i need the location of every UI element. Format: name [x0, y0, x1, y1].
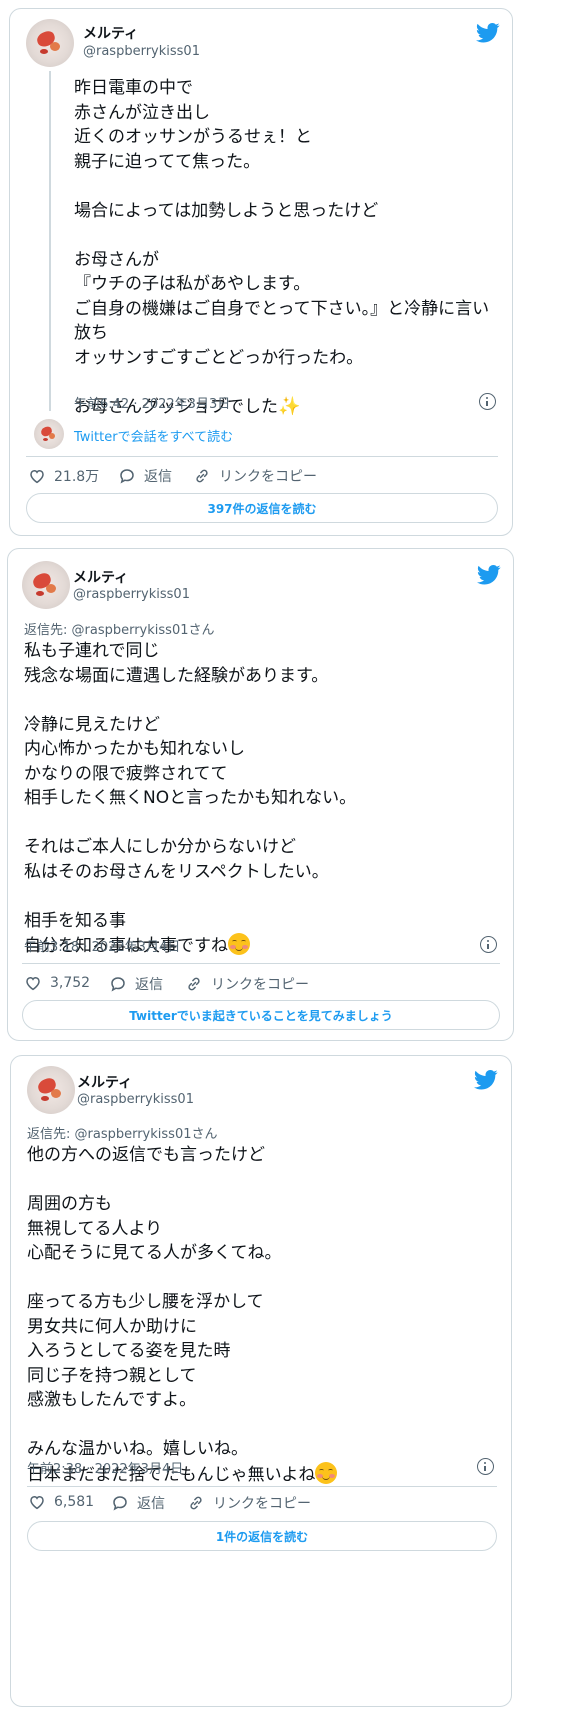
display-name[interactable]: メルティ	[77, 1072, 132, 1092]
heart-icon	[28, 467, 46, 485]
like-button[interactable]: 3,752	[24, 974, 90, 992]
copy-link-button[interactable]: リンクをコピー	[193, 466, 317, 486]
user-handle[interactable]: @raspberrykiss01	[77, 1092, 194, 1107]
tweet-card-2: メルティ @raspberrykiss01 返信先: @raspberrykis…	[7, 548, 514, 1041]
read-replies-button[interactable]: 1件の返信を読む	[27, 1521, 497, 1551]
copy-link-button[interactable]: リンクをコピー	[187, 1493, 311, 1513]
info-icon[interactable]	[477, 1458, 494, 1475]
tweet-timestamp[interactable]: 午前2:38 · 2022年3月4日	[27, 1458, 183, 1477]
tweet-card-1: メルティ @raspberrykiss01 昨日電車の中で 赤さんが泣き出し 近…	[9, 8, 513, 536]
twitter-bird-icon[interactable]	[477, 565, 501, 585]
read-replies-button[interactable]: 397件の返信を読む	[26, 493, 498, 523]
copy-link-label: リンクをコピー	[219, 469, 317, 485]
copy-link-button[interactable]: リンクをコピー	[185, 974, 309, 994]
reply-bubble-icon	[118, 467, 136, 485]
tweet-text: 昨日電車の中で 赤さんが泣き出し 近くのオッサンがうるせぇ！と 親子に迫ってて焦…	[74, 78, 490, 417]
link-icon	[187, 1494, 205, 1512]
relieved-face-icon	[228, 933, 250, 955]
tweet-timestamp[interactable]: 午前3:18 · 2022年3月4日	[24, 936, 180, 955]
tweet-text: 私も子連れで同じ 残念な場面に遭遇した経験があります。 冷静に見えたけど 内心怖…	[24, 641, 357, 956]
link-icon	[193, 467, 211, 485]
heart-icon	[24, 974, 42, 992]
display-name[interactable]: メルティ	[83, 23, 138, 43]
reply-bubble-icon	[111, 1494, 129, 1512]
reply-to[interactable]: 返信先: @raspberrykiss01さん	[27, 1123, 217, 1142]
tweet-timestamp[interactable]: 午前6:42 · 2022年3月3日	[74, 393, 230, 412]
link-icon	[185, 975, 203, 993]
display-name[interactable]: メルティ	[73, 567, 128, 587]
avatar[interactable]	[27, 1066, 75, 1114]
reply-to[interactable]: 返信先: @raspberrykiss01さん	[24, 619, 214, 638]
reply-button[interactable]: 返信	[109, 974, 163, 994]
avatar-small[interactable]	[34, 419, 64, 449]
user-handle[interactable]: @raspberrykiss01	[73, 587, 190, 602]
heart-icon	[28, 1493, 46, 1511]
user-handle[interactable]: @raspberrykiss01	[83, 44, 200, 59]
avatar[interactable]	[22, 561, 70, 609]
copy-link-label: リンクをコピー	[211, 977, 309, 993]
twitter-bird-icon[interactable]	[476, 23, 500, 43]
divider	[27, 1486, 497, 1487]
reply-label: 返信	[137, 1496, 165, 1512]
copy-link-label: リンクをコピー	[213, 1496, 311, 1512]
reply-button[interactable]: 返信	[111, 1493, 165, 1513]
smiling-face-icon	[315, 1461, 338, 1484]
tweet-card-3: メルティ @raspberrykiss01 返信先: @raspberrykis…	[10, 1055, 512, 1707]
reply-button[interactable]: 返信	[118, 466, 172, 486]
explore-twitter-button[interactable]: Twitterでいま起きていることを見てみましょう	[22, 1000, 500, 1030]
like-count: 21.8万	[54, 469, 100, 485]
avatar[interactable]	[26, 19, 74, 67]
info-icon[interactable]	[479, 393, 496, 410]
info-icon[interactable]	[480, 936, 497, 953]
reply-label: 返信	[135, 977, 163, 993]
read-conversation-link[interactable]: Twitterで会話をすべて読む	[74, 426, 233, 445]
sparkles-icon: ✨	[278, 395, 301, 417]
divider	[22, 963, 500, 964]
reply-bubble-icon	[109, 975, 127, 993]
reply-label: 返信	[144, 469, 172, 485]
like-count: 6,581	[54, 1494, 95, 1510]
tweet-text: 他の方への返信でも言ったけど 周囲の方も 無視してる人より 心配そうに見てる人が…	[27, 1143, 497, 1487]
twitter-bird-icon[interactable]	[474, 1070, 498, 1090]
like-button[interactable]: 21.8万	[28, 466, 99, 486]
like-count: 3,752	[50, 975, 91, 991]
divider	[26, 456, 498, 457]
like-button[interactable]: 6,581	[28, 1493, 94, 1511]
thread-line	[49, 71, 51, 411]
